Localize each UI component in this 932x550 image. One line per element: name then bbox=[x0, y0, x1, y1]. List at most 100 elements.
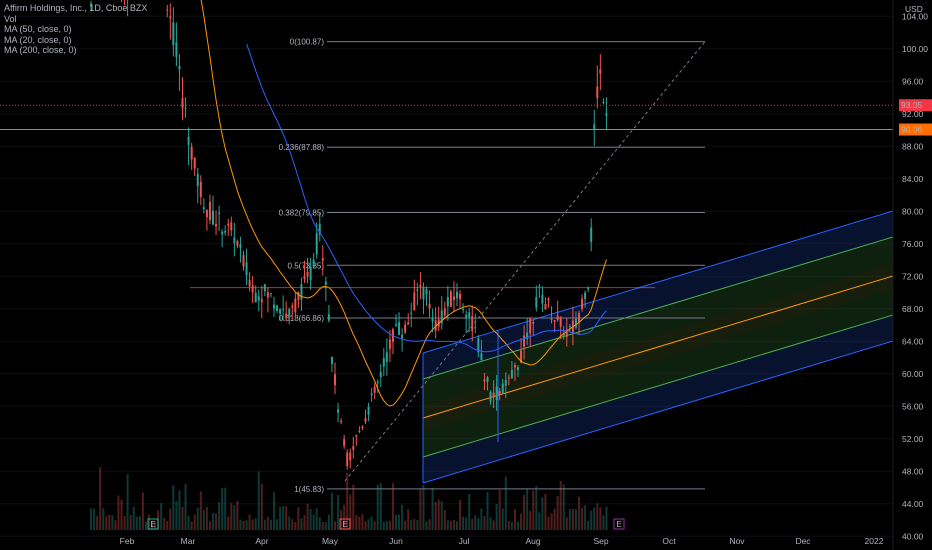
price-chart[interactable]: 0(100.87) 0.236(87.88) 0.382(79.85) 0.5(73.… bbox=[0, 0, 932, 550]
candle-body bbox=[218, 212, 221, 215]
volume-bar bbox=[294, 521, 297, 530]
volume-bar bbox=[324, 521, 327, 530]
volume-bar bbox=[105, 515, 108, 530]
candle-body bbox=[172, 22, 175, 45]
candle-body bbox=[257, 296, 260, 301]
volume-bar bbox=[355, 515, 358, 530]
volume-bar bbox=[300, 518, 303, 530]
candle-body bbox=[486, 377, 489, 383]
volume-bar bbox=[239, 519, 242, 530]
volume-bar bbox=[242, 520, 245, 530]
legend-ma20[interactable]: MA (20, close, 0) bbox=[4, 35, 147, 46]
volume-bar bbox=[556, 495, 559, 530]
volume-bar bbox=[428, 519, 431, 530]
volume-bar bbox=[443, 509, 446, 530]
time-tick-label: Jul bbox=[459, 536, 470, 546]
candle-body bbox=[449, 291, 452, 308]
volume-bar bbox=[285, 506, 288, 530]
candle-body bbox=[169, 16, 172, 19]
time-tick-label: Dec bbox=[795, 536, 811, 546]
legend-vol[interactable]: Vol bbox=[4, 14, 147, 25]
volume-bar bbox=[279, 506, 282, 530]
volume-bar bbox=[398, 514, 401, 530]
candle-body bbox=[483, 379, 486, 382]
candle-body bbox=[184, 107, 187, 109]
price-tick-label: 92.00 bbox=[902, 109, 924, 119]
candle-body bbox=[507, 377, 510, 379]
time-tick-label: May bbox=[322, 536, 339, 546]
time-tick-label: Aug bbox=[525, 536, 540, 546]
volume-bar bbox=[135, 516, 138, 530]
candle-body bbox=[276, 305, 279, 311]
volume-bar bbox=[126, 474, 129, 530]
volume-bar bbox=[260, 483, 263, 530]
candle-body bbox=[584, 292, 587, 300]
volume-bar bbox=[297, 507, 300, 530]
candle-body bbox=[196, 173, 199, 186]
time-tick-label: Sep bbox=[593, 536, 608, 546]
candle-body bbox=[404, 324, 407, 333]
price-tick-label: 52.00 bbox=[902, 434, 924, 444]
price-tick-label: 96.00 bbox=[902, 76, 924, 86]
candle-body bbox=[266, 292, 269, 298]
candle-body bbox=[602, 102, 605, 104]
candle-body bbox=[462, 308, 465, 310]
price-tick-label: 56.00 bbox=[902, 401, 924, 411]
volume-bar bbox=[251, 519, 254, 530]
candle-body bbox=[428, 303, 431, 309]
volume-bar bbox=[419, 488, 422, 530]
candle-body bbox=[181, 98, 184, 108]
candle-body bbox=[578, 313, 580, 323]
volume-bar bbox=[184, 483, 187, 530]
volume-bar bbox=[166, 520, 169, 530]
volume-bar bbox=[437, 499, 440, 530]
volume-bar bbox=[596, 503, 599, 530]
candle-body bbox=[260, 299, 263, 303]
volume-bar bbox=[370, 516, 373, 530]
chart-legend: Affirm Holdings, Inc., 1D, Cboe BZX Vol … bbox=[4, 3, 147, 56]
candle-body bbox=[568, 326, 571, 328]
fib-level-label: 0.236(87.88) bbox=[279, 143, 325, 152]
candle-body bbox=[291, 305, 294, 308]
candle-body bbox=[306, 271, 309, 277]
volume-bar bbox=[574, 509, 577, 530]
volume-bar bbox=[541, 497, 544, 530]
price-tick-label: 72.00 bbox=[902, 271, 924, 281]
legend-ma200[interactable]: MA (200, close, 0) bbox=[4, 45, 147, 56]
volume-bar bbox=[221, 487, 224, 530]
volume-bar bbox=[517, 521, 519, 530]
volume-bar bbox=[291, 519, 294, 530]
volume-bar bbox=[172, 485, 175, 530]
volume-bar bbox=[376, 484, 379, 530]
volume-bar bbox=[571, 508, 574, 530]
volume-bar bbox=[553, 508, 556, 530]
candle-body bbox=[288, 309, 291, 317]
candle-body bbox=[532, 322, 535, 324]
candle-body bbox=[535, 297, 538, 308]
volume-bar bbox=[215, 513, 218, 530]
candle-body bbox=[395, 324, 397, 326]
volume-bar bbox=[233, 505, 236, 530]
volume-bar bbox=[431, 487, 434, 530]
symbol-title[interactable]: Affirm Holdings, Inc., 1D, Cboe BZX bbox=[4, 3, 147, 14]
volume-bar bbox=[587, 520, 590, 530]
candle-body bbox=[349, 452, 352, 461]
volume-bar bbox=[483, 516, 486, 530]
candle-body bbox=[510, 369, 513, 378]
volume-bar bbox=[373, 521, 376, 530]
candle-body bbox=[489, 391, 492, 402]
volume-bar bbox=[205, 506, 208, 530]
candle-body bbox=[245, 262, 248, 276]
volume-bar bbox=[306, 503, 309, 530]
volume-bar bbox=[462, 516, 465, 530]
candle-body bbox=[498, 390, 501, 395]
candle-body bbox=[337, 409, 340, 413]
volume-bar bbox=[559, 480, 562, 530]
candle-body bbox=[330, 356, 333, 365]
volume-bar bbox=[330, 492, 333, 530]
price-tick-label: 60.00 bbox=[902, 369, 924, 379]
volume-bar bbox=[495, 503, 498, 530]
volume-bar bbox=[169, 508, 172, 530]
candle-body bbox=[355, 435, 358, 437]
legend-ma50[interactable]: MA (50, close, 0) bbox=[4, 24, 147, 35]
